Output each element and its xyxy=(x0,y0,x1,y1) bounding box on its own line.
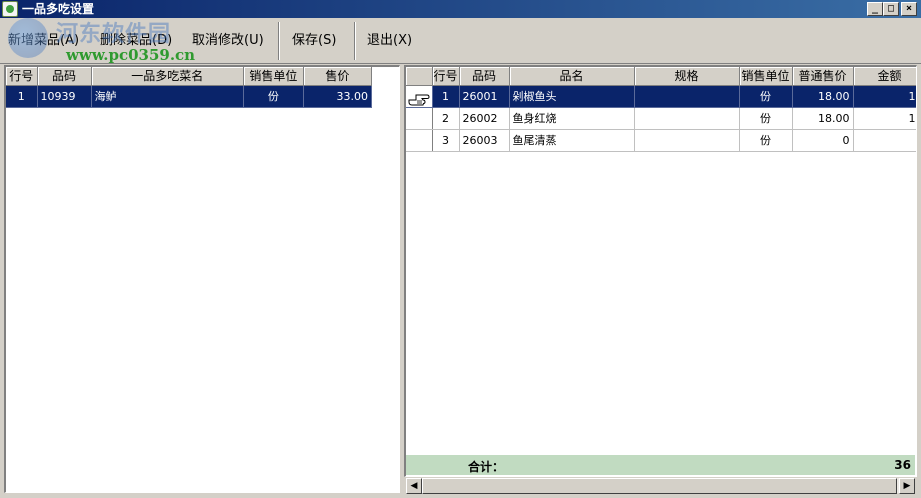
cell-code[interactable]: 26001 xyxy=(459,85,510,108)
row-indicator-header xyxy=(406,67,433,86)
sub-dish-grid[interactable]: 行号 品码 品名 规格 销售单位 普通售价 金额 1 26001 剁椒鱼头 份 … xyxy=(404,65,917,477)
cell-price[interactable]: 18.00 xyxy=(792,85,854,108)
row-indicator xyxy=(406,129,433,152)
app-icon xyxy=(2,1,18,17)
col-header-row-no[interactable]: 行号 xyxy=(432,67,460,86)
scrollbar-thumb[interactable] xyxy=(422,478,897,494)
row-indicator xyxy=(406,107,433,130)
delete-dish-button[interactable]: 删除菜品(D) xyxy=(94,18,178,64)
cell-unit[interactable]: 份 xyxy=(739,107,793,130)
cell-price[interactable]: 18.00 xyxy=(792,107,854,130)
col-header-unit[interactable]: 销售单位 xyxy=(243,67,304,86)
cell-dish-name[interactable]: 鱼尾清蒸 xyxy=(509,129,635,152)
cell-row-no[interactable]: 1 xyxy=(6,85,38,108)
cell-amount[interactable]: 0 xyxy=(853,129,916,152)
cell-amount[interactable]: 18 xyxy=(853,85,916,108)
window-title: 一品多吃设置 xyxy=(22,2,95,16)
table-row[interactable]: 1 26001 剁椒鱼头 份 18.00 18 xyxy=(406,85,916,108)
cell-amount[interactable]: 18 xyxy=(853,107,916,130)
scroll-right-arrow-icon[interactable]: ▶ xyxy=(899,478,915,494)
cell-spec[interactable] xyxy=(634,129,740,152)
add-dish-button[interactable]: 新增菜品(A) xyxy=(2,18,85,64)
window-titlebar: 一品多吃设置 _ □ × xyxy=(0,0,921,18)
horizontal-scrollbar[interactable]: ◀ ▶ xyxy=(406,477,915,494)
row-indicator xyxy=(406,85,433,108)
table-row[interactable]: 2 26002 鱼身红烧 份 18.00 18 xyxy=(406,107,916,130)
exit-button[interactable]: 退出(X) xyxy=(361,18,418,64)
col-header-price[interactable]: 售价 xyxy=(303,67,373,86)
cell-unit[interactable]: 份 xyxy=(739,85,793,108)
col-header-spec[interactable]: 规格 xyxy=(634,67,740,86)
col-header-row-no[interactable]: 行号 xyxy=(6,67,38,86)
toolbar-separator xyxy=(354,22,356,60)
dish-list-grid[interactable]: 行号 品码 一品多吃菜名 销售单位 售价 1 10939 海鲈 份 33.00 xyxy=(4,65,400,493)
cell-unit[interactable]: 份 xyxy=(739,129,793,152)
cell-price[interactable]: 33.00 xyxy=(303,85,373,108)
cell-spec[interactable] xyxy=(634,107,740,130)
col-header-code[interactable]: 品码 xyxy=(459,67,510,86)
right-grid-header: 行号 品码 品名 规格 销售单位 普通售价 金额 xyxy=(406,67,916,86)
scroll-left-arrow-icon[interactable]: ◀ xyxy=(406,478,422,494)
cell-spec[interactable] xyxy=(634,85,740,108)
col-header-amount[interactable]: 金额 xyxy=(853,67,916,86)
maximize-button[interactable]: □ xyxy=(883,2,899,16)
col-header-unit[interactable]: 销售单位 xyxy=(739,67,793,86)
cell-row-no[interactable]: 1 xyxy=(432,85,460,108)
minimize-button[interactable]: _ xyxy=(867,2,883,16)
col-header-price[interactable]: 普通售价 xyxy=(792,67,854,86)
left-grid-header: 行号 品码 一品多吃菜名 销售单位 售价 xyxy=(6,67,373,86)
cancel-edit-button[interactable]: 取消修改(U) xyxy=(186,18,270,64)
total-value: 36 xyxy=(894,458,911,472)
totals-footer: 合计： 36 xyxy=(406,455,915,475)
cell-dish-name[interactable]: 剁椒鱼头 xyxy=(509,85,635,108)
save-button[interactable]: 保存(S) xyxy=(286,18,342,64)
cell-code[interactable]: 10939 xyxy=(37,85,92,108)
table-row[interactable]: 1 10939 海鲈 份 33.00 xyxy=(6,85,373,108)
cell-unit[interactable]: 份 xyxy=(243,85,304,108)
cell-row-no[interactable]: 2 xyxy=(432,107,460,130)
cell-code[interactable]: 26002 xyxy=(459,107,510,130)
toolbar-separator xyxy=(278,22,280,60)
cell-price[interactable]: 0 xyxy=(792,129,854,152)
cell-dish-name[interactable]: 鱼身红烧 xyxy=(509,107,635,130)
toolbar: 新增菜品(A) 删除菜品(D) 取消修改(U) 保存(S) 退出(X) xyxy=(0,18,921,64)
cell-row-no[interactable]: 3 xyxy=(432,129,460,152)
hand-pointer-icon xyxy=(408,94,430,105)
col-header-dish-name[interactable]: 一品多吃菜名 xyxy=(91,67,244,86)
col-header-dish-name[interactable]: 品名 xyxy=(509,67,635,86)
cell-code[interactable]: 26003 xyxy=(459,129,510,152)
total-label: 合计： xyxy=(468,460,505,474)
col-header-code[interactable]: 品码 xyxy=(37,67,92,86)
table-row[interactable]: 3 26003 鱼尾清蒸 份 0 0 xyxy=(406,129,916,152)
cell-dish-name[interactable]: 海鲈 xyxy=(91,85,244,108)
close-button[interactable]: × xyxy=(901,2,917,16)
